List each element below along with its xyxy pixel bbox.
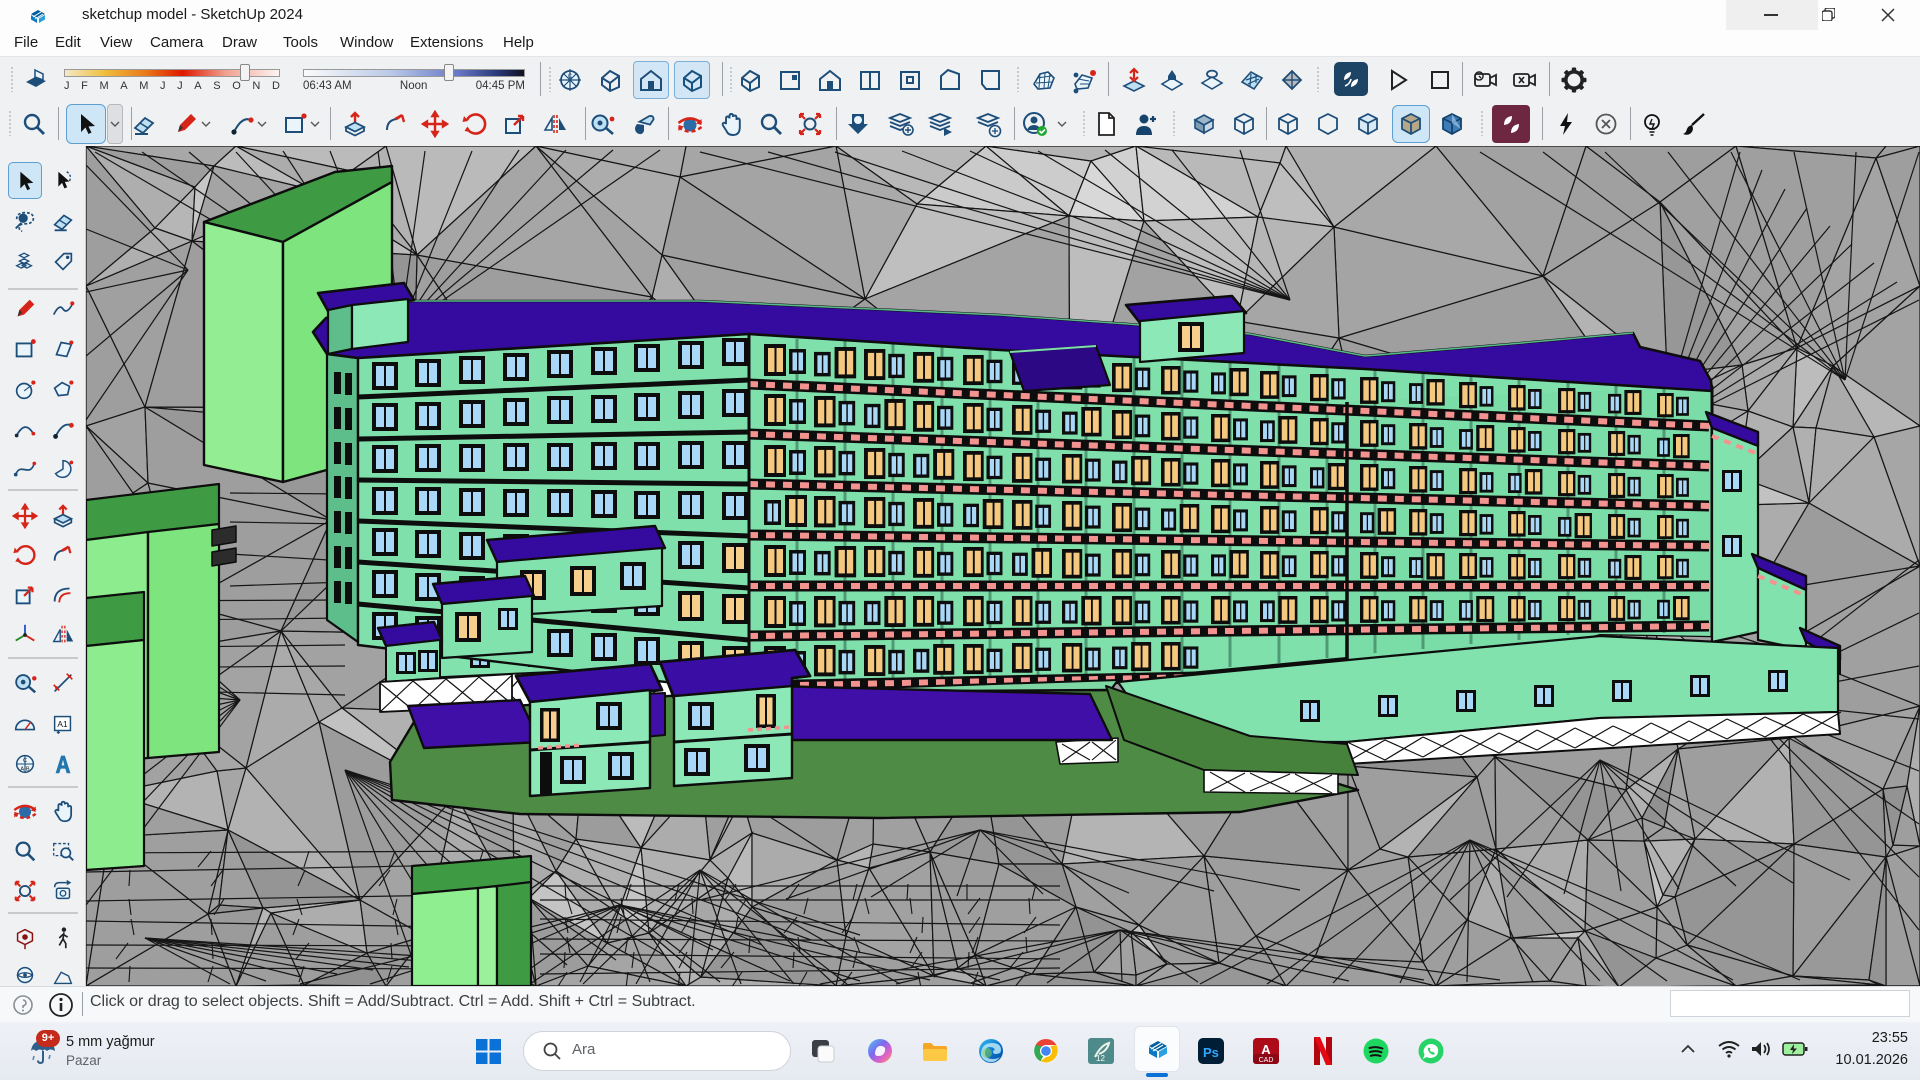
svg-text:A: A bbox=[1261, 1042, 1271, 1057]
svg-text:A·B: A·B bbox=[20, 767, 30, 773]
svg-text:A1: A1 bbox=[57, 719, 68, 729]
svg-text:Ps: Ps bbox=[1203, 1045, 1219, 1060]
svg-text:C: C bbox=[568, 74, 573, 80]
svg-text:C: C bbox=[23, 758, 27, 764]
svg-text:12: 12 bbox=[1096, 1054, 1105, 1063]
svg-text:CAD: CAD bbox=[1259, 1057, 1274, 1064]
